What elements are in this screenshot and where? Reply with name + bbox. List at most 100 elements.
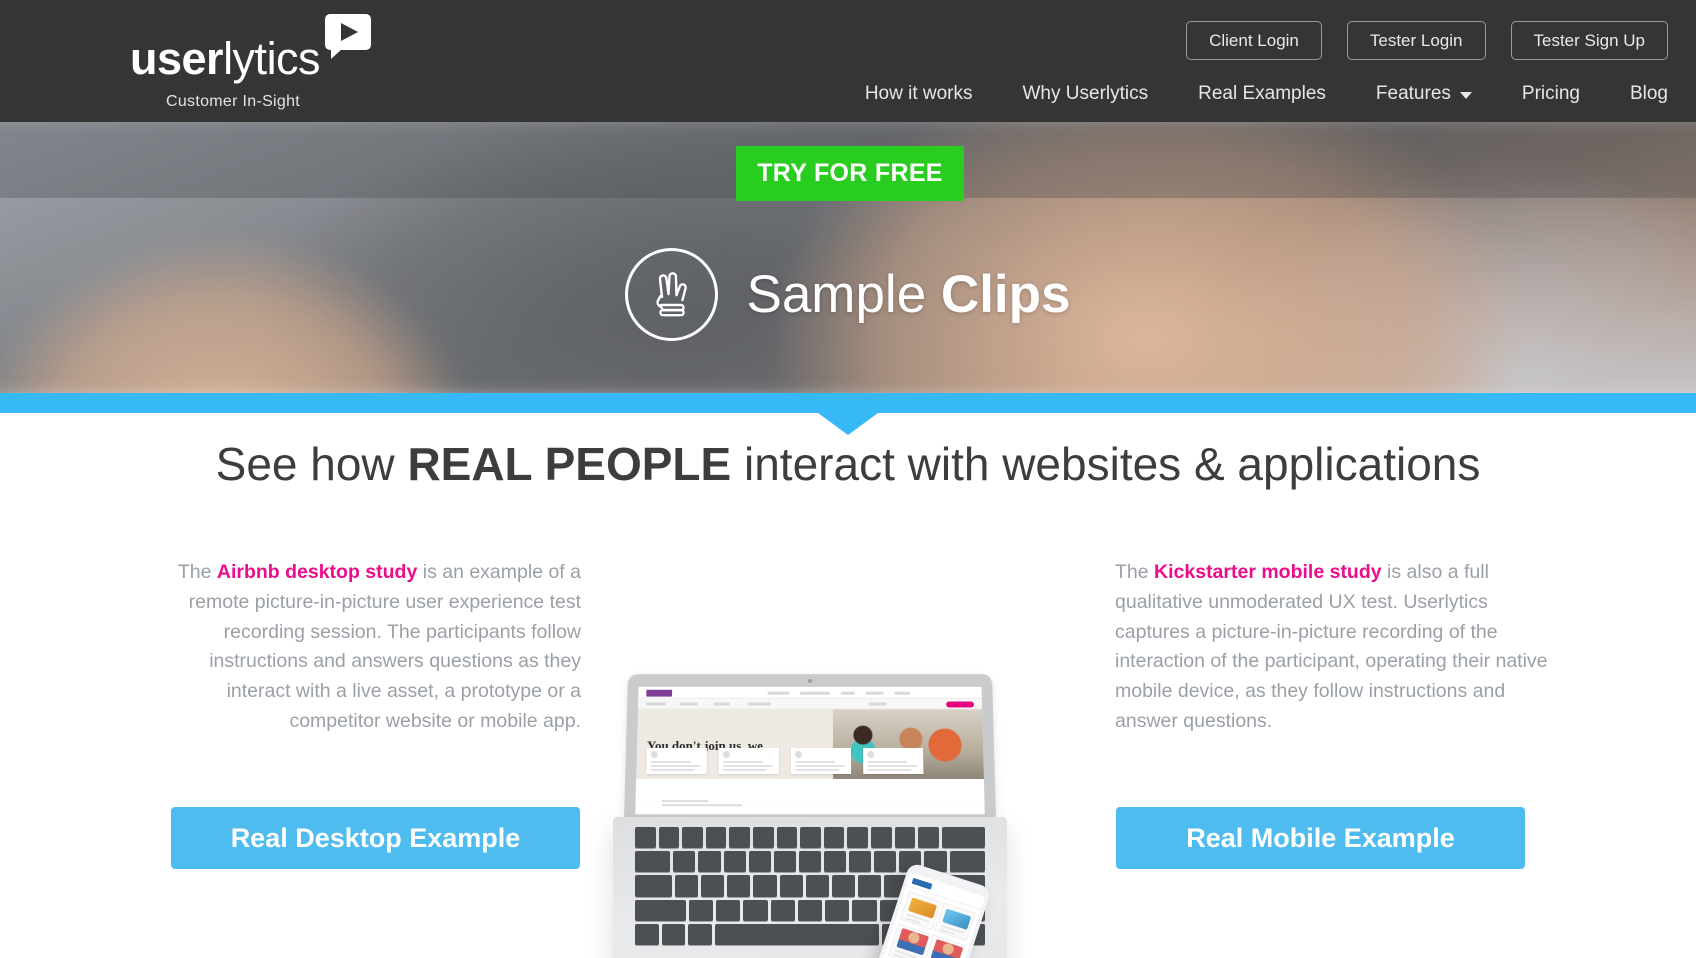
mock-card — [863, 747, 924, 774]
mock-card-line — [867, 768, 912, 771]
mock-nav-item — [800, 691, 830, 695]
main-navigation: How it works Why Userlytics Real Example… — [865, 83, 1668, 105]
key — [748, 851, 771, 873]
logo-trademark: ™ — [331, 36, 342, 48]
keyboard-row — [635, 827, 985, 849]
mock-subnav-item — [679, 702, 698, 706]
mock-card-line — [650, 760, 691, 763]
key — [727, 875, 751, 897]
mock-card-line — [722, 764, 773, 767]
key — [949, 851, 985, 873]
key — [661, 923, 685, 946]
key — [682, 827, 703, 849]
webcam-icon — [808, 679, 812, 683]
key — [776, 827, 798, 849]
key — [716, 899, 741, 921]
mobile-study-highlight: Kickstarter mobile study — [1154, 561, 1382, 583]
spacebar-key — [714, 923, 879, 946]
desktop-intro: The — [177, 561, 217, 583]
logo-wordmark: userlytics — [130, 36, 321, 81]
key — [743, 899, 768, 921]
nav-item-why-userlytics[interactable]: Why Userlytics — [1023, 83, 1149, 105]
nav-item-blog[interactable]: Blog — [1630, 83, 1668, 105]
real-mobile-example-button[interactable]: Real Mobile Example — [1116, 806, 1525, 869]
key — [858, 875, 882, 897]
mock-nav-item — [865, 691, 884, 695]
key — [824, 851, 847, 873]
laptop-screen-content: You don't join us, we join you — [635, 686, 985, 815]
key — [847, 827, 868, 849]
key — [805, 875, 829, 897]
key — [635, 875, 673, 897]
blue-arrow-pointer-icon — [818, 413, 878, 435]
hero-title-light: Sample — [746, 265, 927, 324]
mock-subnav-item — [747, 702, 772, 706]
key — [701, 875, 725, 897]
key — [800, 827, 821, 849]
key — [753, 875, 777, 897]
mobile-study-column: The Kickstarter mobile study is also a f… — [1083, 558, 1553, 869]
desktop-study-description: The Airbnb desktop study is an example o… — [143, 558, 581, 737]
mock-card-line — [794, 764, 846, 767]
nav-item-real-examples[interactable]: Real Examples — [1198, 83, 1326, 105]
phone-mock-product — [888, 923, 931, 958]
mobile-body: is also a full qualitative unmoderated U… — [1115, 561, 1548, 733]
mock-subnav-item — [713, 702, 730, 706]
desktop-study-highlight: Airbnb desktop study — [216, 561, 418, 583]
try-for-free-button[interactable]: TRY FOR FREE — [736, 146, 964, 201]
hero-title-row: Sample Clips — [0, 248, 1696, 341]
mock-card-line — [650, 768, 695, 771]
key — [849, 851, 872, 873]
laptop-screen: You don't join us, we join you — [623, 674, 997, 819]
key — [874, 851, 897, 873]
mock-card-line — [867, 764, 918, 767]
three-column-layout: The Airbnb desktop study is an example o… — [0, 558, 1696, 958]
laptop-and-phone-illustration: You don't join us, we join you — [613, 673, 1083, 958]
page-root: userlytics ™ Customer In-Sight Client Lo… — [0, 0, 1696, 958]
nav-item-features[interactable]: Features — [1376, 83, 1472, 105]
mock-card-icon — [650, 750, 658, 758]
nav-item-how-it-works[interactable]: How it works — [865, 83, 973, 105]
mock-topbar — [638, 686, 982, 699]
blue-divider-bar — [0, 393, 1696, 413]
userlytics-logo[interactable]: userlytics ™ Customer In-Sight — [130, 14, 390, 114]
client-login-button[interactable]: Client Login — [1186, 21, 1322, 60]
mock-subnav — [637, 698, 983, 710]
key — [773, 851, 796, 873]
mock-card-line — [867, 760, 908, 763]
mobile-intro: The — [1115, 561, 1155, 583]
key — [675, 875, 699, 897]
key — [635, 899, 686, 921]
key — [673, 851, 696, 873]
phone-mock-product — [934, 902, 976, 942]
mock-card — [646, 747, 707, 774]
key — [688, 899, 714, 921]
tester-signup-button[interactable]: Tester Sign Up — [1510, 21, 1668, 60]
site-header: userlytics ™ Customer In-Sight Client Lo… — [0, 0, 1696, 122]
mock-nav-item — [840, 691, 855, 695]
mock-card — [790, 747, 852, 774]
key — [770, 899, 795, 921]
mock-subnav-item — [868, 702, 887, 706]
heading-part-2: interact with websites & applications — [731, 438, 1481, 490]
key — [870, 827, 892, 849]
device-illustration-column: You don't join us, we join you — [613, 558, 1083, 958]
hand-peace-circle-icon — [625, 248, 719, 341]
heading-emphasis: REAL PEOPLE — [407, 438, 732, 490]
key — [852, 899, 877, 921]
nav-label: How it works — [864, 83, 973, 104]
key — [918, 827, 939, 849]
mock-footer-line — [661, 800, 709, 803]
play-triangle-icon — [341, 23, 358, 41]
key — [797, 899, 823, 921]
hero-title-bold: Clips — [940, 265, 1071, 324]
mock-card-line — [722, 760, 763, 763]
tester-login-button[interactable]: Tester Login — [1346, 21, 1486, 60]
key — [779, 875, 803, 897]
nav-item-pricing[interactable]: Pricing — [1522, 83, 1580, 105]
hero-title: Sample Clips — [746, 268, 1070, 321]
mock-nav-item — [767, 691, 790, 695]
mock-footer-line — [661, 804, 743, 807]
key — [798, 851, 822, 873]
real-desktop-example-button[interactable]: Real Desktop Example — [171, 806, 580, 869]
